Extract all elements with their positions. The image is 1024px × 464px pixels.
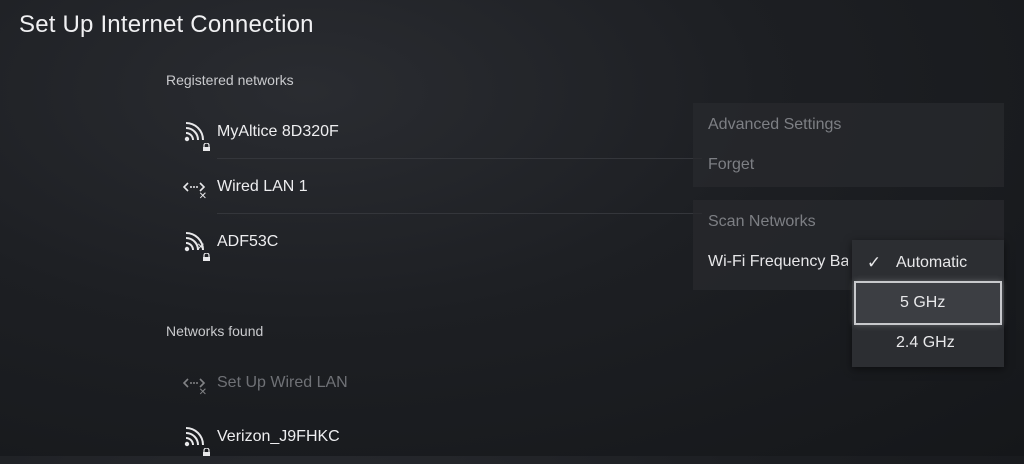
registered-networks-header: Registered networks bbox=[166, 72, 294, 88]
wifi-icon bbox=[183, 119, 210, 151]
option-label: 5 GHz bbox=[900, 294, 946, 311]
scan-networks-item[interactable]: Scan Networks bbox=[693, 202, 1004, 242]
wifi-icon: ✕ bbox=[183, 229, 210, 261]
option-label: 2.4 GHz bbox=[896, 334, 955, 351]
disconnected-icon: ✕ bbox=[198, 387, 207, 398]
lock-icon bbox=[203, 253, 210, 261]
option-label: Automatic bbox=[896, 254, 968, 271]
disconnected-icon: ✕ bbox=[198, 191, 207, 202]
option-2-4ghz[interactable]: 2.4 GHz bbox=[852, 322, 1004, 364]
network-item-wired-lan-1[interactable]: ✕ Wired LAN 1 bbox=[182, 160, 693, 214]
wifi-frequency-band-item[interactable]: Wi-Fi Frequency Ba bbox=[693, 242, 848, 282]
lock-icon bbox=[203, 143, 210, 151]
network-label: ADF53C bbox=[217, 233, 279, 250]
network-options-menu: Advanced Settings Forget bbox=[693, 103, 1004, 187]
divider bbox=[217, 158, 702, 159]
frequency-band-dropdown: ✓ Automatic 5 GHz 2.4 GHz bbox=[852, 240, 1004, 367]
network-label: Set Up Wired LAN bbox=[217, 374, 348, 391]
option-automatic[interactable]: ✓ Automatic bbox=[852, 242, 1004, 284]
network-item-setup-wired-lan[interactable]: ✕ Set Up Wired LAN bbox=[182, 356, 693, 410]
network-label: MyAltice 8D320F bbox=[217, 123, 339, 140]
network-label: Wired LAN 1 bbox=[217, 178, 308, 195]
wifi-icon bbox=[183, 424, 210, 456]
network-item-adf53c[interactable]: ✕ ADF53C bbox=[183, 215, 693, 269]
lock-icon bbox=[203, 448, 210, 456]
wired-lan-icon: ✕ bbox=[182, 174, 209, 202]
page-title: Set Up Internet Connection bbox=[19, 11, 314, 38]
network-item-myaltice[interactable]: MyAltice 8D320F bbox=[183, 105, 693, 159]
wired-lan-icon: ✕ bbox=[182, 370, 209, 398]
advanced-settings-item[interactable]: Advanced Settings bbox=[693, 105, 1004, 145]
forget-item[interactable]: Forget bbox=[693, 145, 1004, 185]
network-label: Verizon_J9FHKC bbox=[217, 428, 340, 445]
disconnected-icon: ✕ bbox=[196, 242, 205, 253]
divider bbox=[217, 213, 702, 214]
checkmark-icon: ✓ bbox=[866, 253, 882, 272]
networks-found-header: Networks found bbox=[166, 323, 264, 339]
option-5ghz[interactable]: 5 GHz bbox=[854, 281, 1002, 325]
